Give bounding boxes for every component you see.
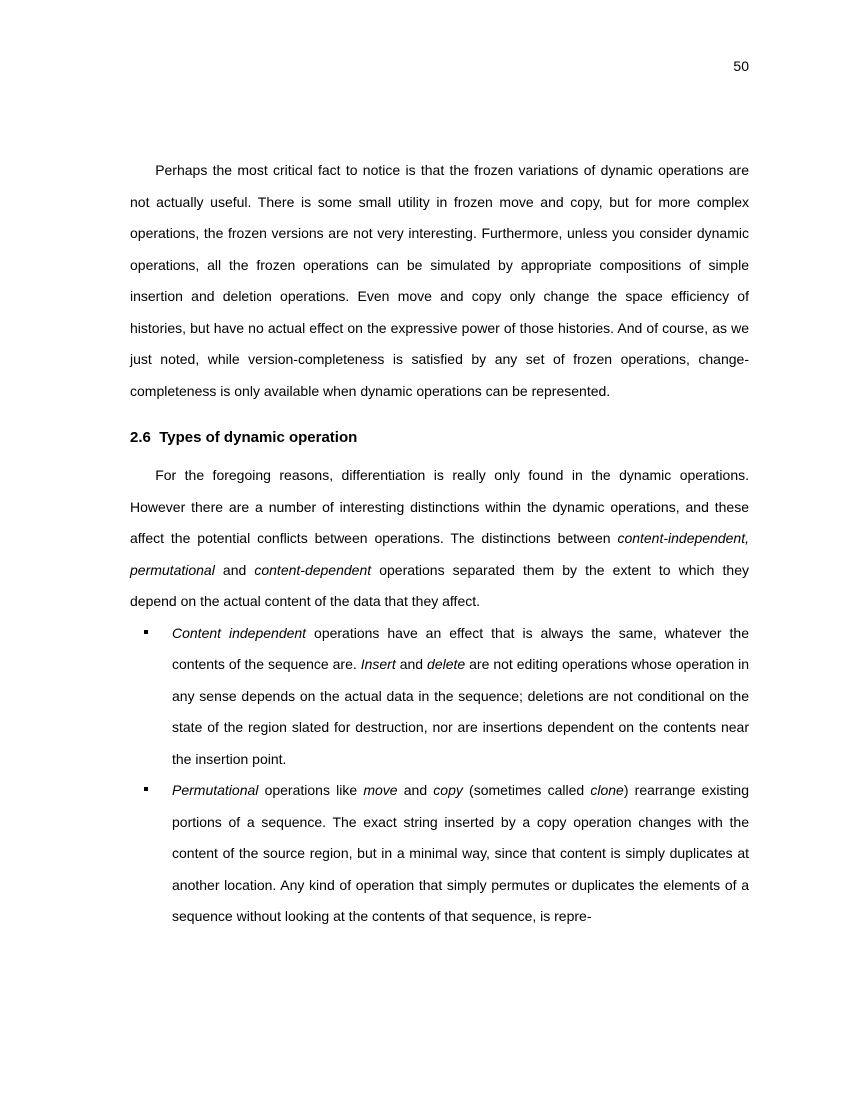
page: 50 Perhaps the most critical fact to not… <box>0 0 849 1013</box>
bullet-icon <box>144 787 148 791</box>
term-permutational: Permutational <box>172 782 258 798</box>
list-item: Content independent operations have an e… <box>130 618 749 776</box>
term-delete: delete <box>427 656 465 672</box>
section-title: Types of dynamic operation <box>159 429 357 446</box>
text-run: (sometimes called <box>463 782 590 798</box>
text-run: and <box>215 562 255 578</box>
list-item: Permutational operations like move and c… <box>130 775 749 933</box>
text-run: ) rearrange existing portions of a seque… <box>172 782 749 924</box>
paragraph-section-intro: For the foregoing reasons, differentiati… <box>130 460 749 618</box>
paragraph-intro: Perhaps the most critical fact to notice… <box>130 155 749 407</box>
term-content-independent: Content independent <box>172 625 306 641</box>
term-content-dependent: content-dependent <box>254 562 371 578</box>
term-clone: clone <box>590 782 623 798</box>
term-copy: copy <box>433 782 463 798</box>
content-block: Perhaps the most critical fact to notice… <box>130 155 749 933</box>
section-number: 2.6 <box>130 429 151 446</box>
text-run: are not editing operations whose operati… <box>172 656 749 767</box>
text-run: operations like <box>258 782 363 798</box>
bullet-icon <box>144 630 148 634</box>
term-insert: Insert <box>361 656 396 672</box>
bullet-list: Content independent operations have an e… <box>130 618 749 933</box>
page-number: 50 <box>733 58 749 74</box>
text-run: and <box>398 782 434 798</box>
text-run: and <box>396 656 427 672</box>
term-move: move <box>363 782 397 798</box>
section-heading: 2.6 Types of dynamic operation <box>130 429 749 446</box>
